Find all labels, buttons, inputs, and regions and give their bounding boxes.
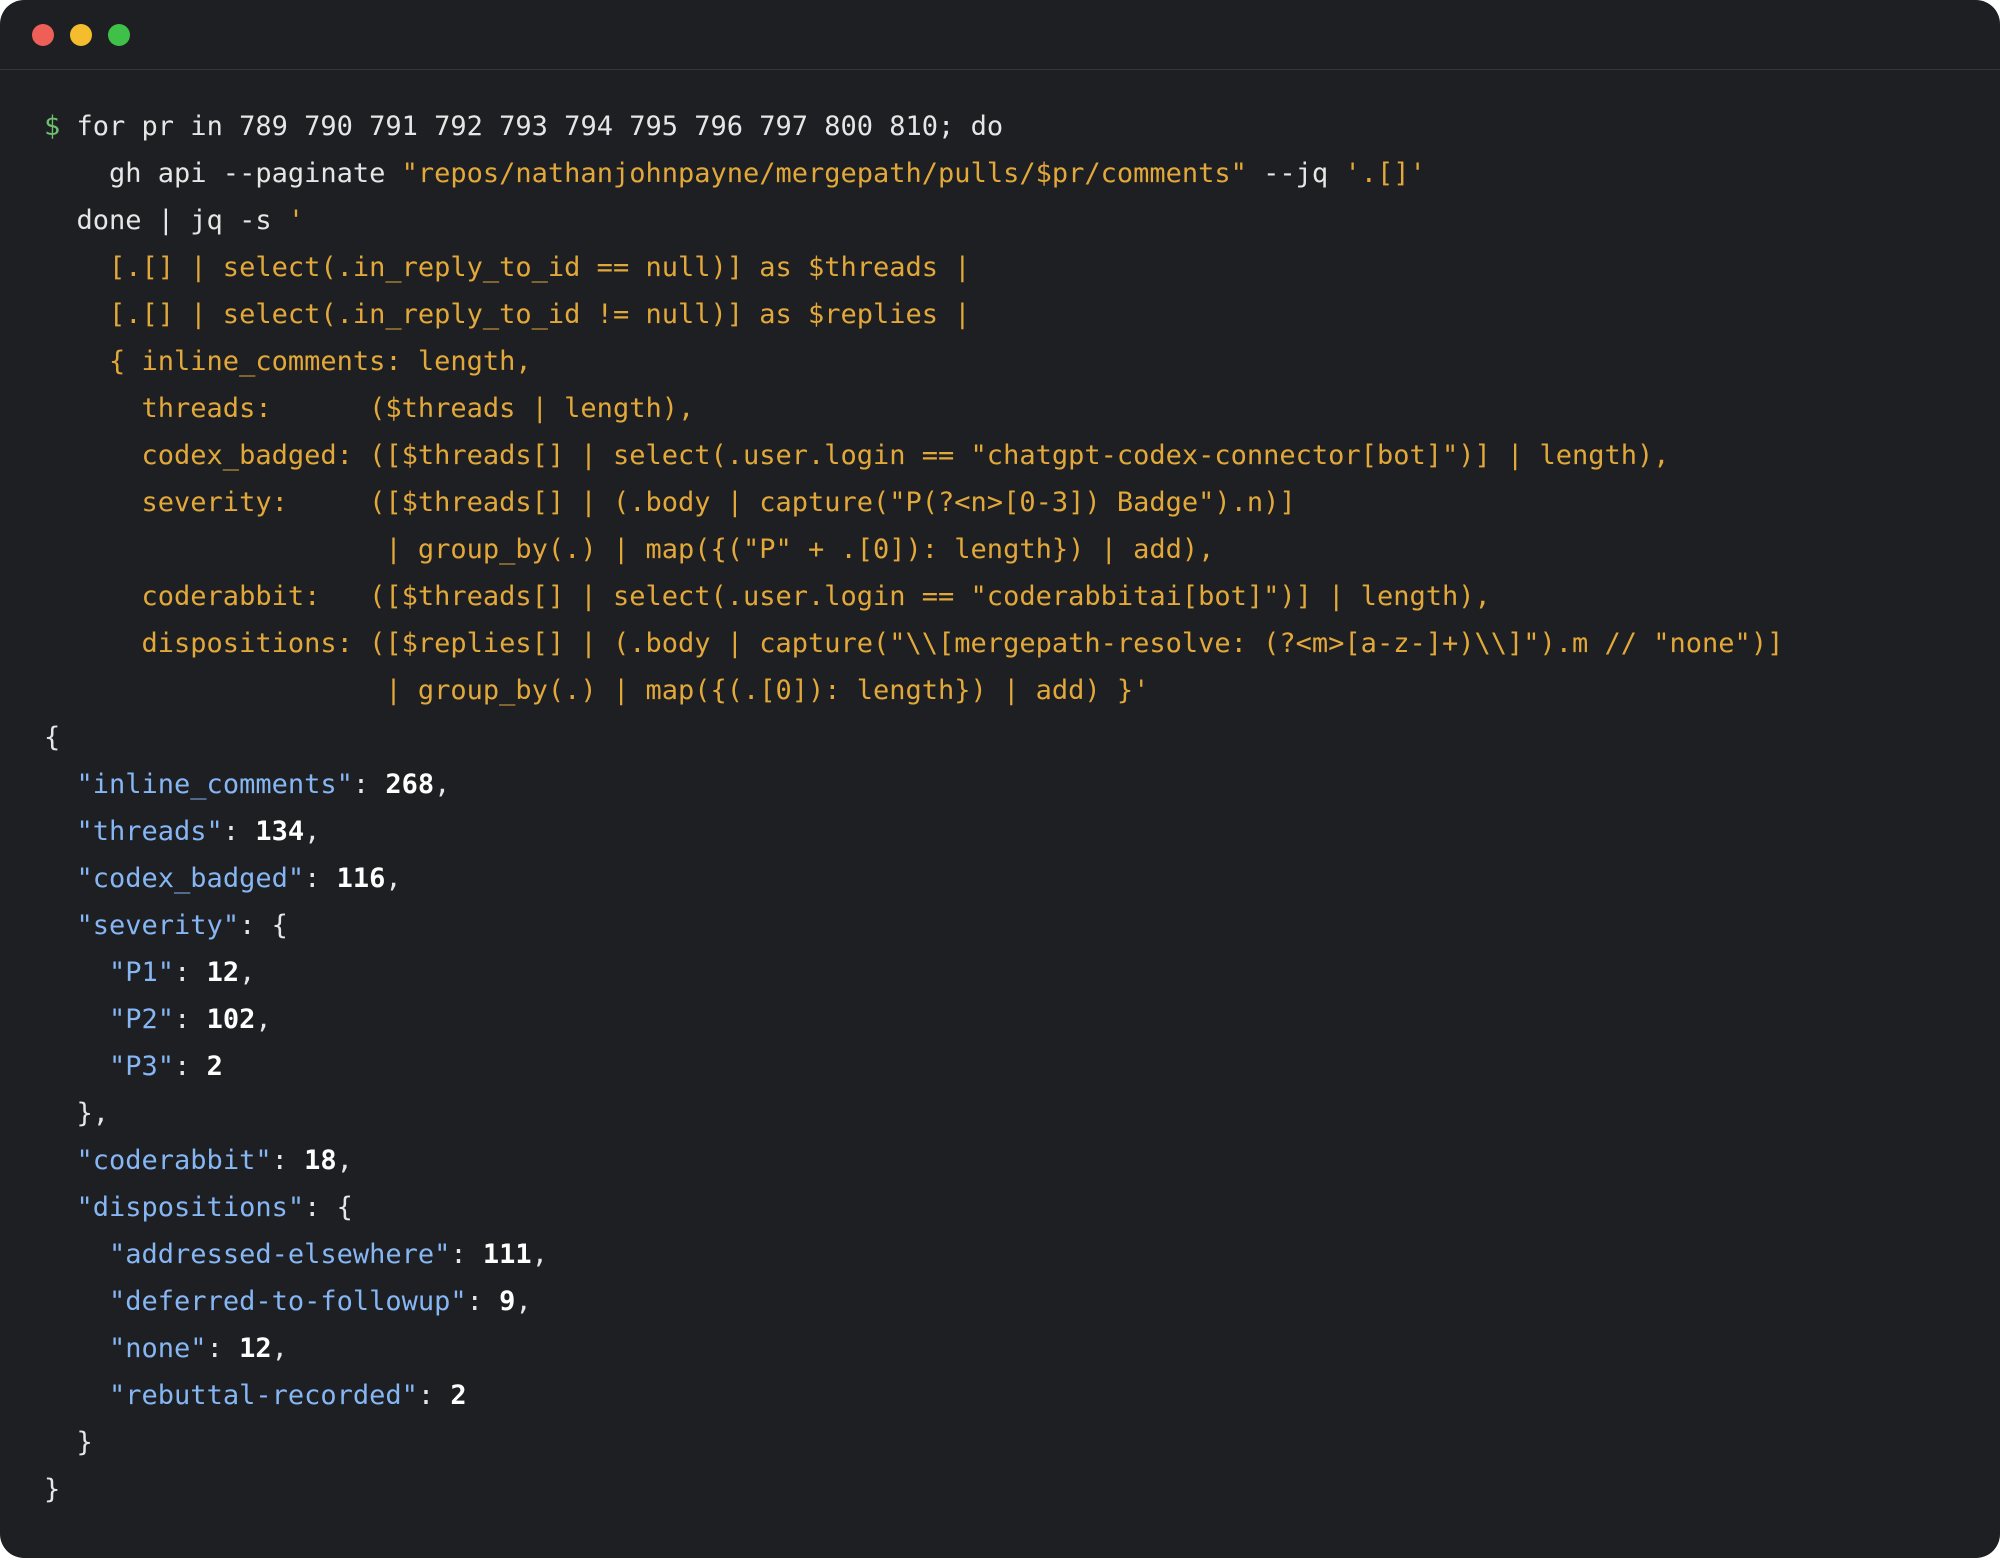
zoom-button[interactable] — [108, 24, 130, 46]
json-open-brace: { — [44, 722, 61, 753]
json-entry: "deferred-to-followup": 9, — [109, 1286, 532, 1317]
json-entry: "coderabbit": 18, — [76, 1145, 353, 1176]
json-entry: "P2": 102, — [109, 1004, 272, 1035]
json-entry: "dispositions": { — [76, 1192, 353, 1223]
json-entry: "threads": 134, — [76, 816, 321, 847]
command-line: dispositions: ([$replies[] | (.body | ca… — [44, 628, 1784, 659]
command-line: | group_by(.) | map({("P" + .[0]): lengt… — [44, 534, 1215, 565]
json-close-brace: }, — [44, 1098, 110, 1129]
command-line: { inline_comments: length, — [44, 346, 532, 377]
json-entry: "codex_badged": 116, — [76, 863, 402, 894]
command-line: done | jq -s ' — [44, 205, 305, 236]
title-bar — [0, 0, 2000, 70]
json-entry: "inline_comments": 268, — [76, 769, 451, 800]
json-entry: "P3": 2 — [109, 1051, 223, 1082]
command-line: | group_by(.) | map({(.[0]): length}) | … — [44, 675, 1150, 706]
terminal-output[interactable]: $ for pr in 789 790 791 792 793 794 795 … — [44, 103, 1974, 1513]
command-line: [.[] | select(.in_reply_to_id == null)] … — [44, 252, 971, 283]
minimize-button[interactable] — [70, 24, 92, 46]
command-line: codex_badged: ([$threads[] | select(.use… — [44, 440, 1670, 471]
terminal-window: $ for pr in 789 790 791 792 793 794 795 … — [0, 0, 2000, 1558]
command-line: gh api --paginate "repos/nathanjohnpayne… — [44, 158, 1426, 189]
command-line: $ for pr in 789 790 791 792 793 794 795 … — [44, 111, 1004, 142]
json-entry: "P1": 12, — [109, 957, 256, 988]
json-close-brace: } — [44, 1474, 61, 1505]
json-entry: "none": 12, — [109, 1333, 288, 1364]
json-close-brace: } — [44, 1427, 93, 1458]
command-line: threads: ($threads | length), — [44, 393, 695, 424]
command-line: coderabbit: ([$threads[] | select(.user.… — [44, 581, 1491, 612]
prompt-symbol: $ — [44, 111, 61, 142]
json-entry: "severity": { — [76, 910, 288, 941]
command-line: severity: ([$threads[] | (.body | captur… — [44, 487, 1296, 518]
close-button[interactable] — [32, 24, 54, 46]
command-line: [.[] | select(.in_reply_to_id != null)] … — [44, 299, 971, 330]
json-entry: "addressed-elsewhere": 111, — [109, 1239, 548, 1270]
json-entry: "rebuttal-recorded": 2 — [109, 1380, 467, 1411]
